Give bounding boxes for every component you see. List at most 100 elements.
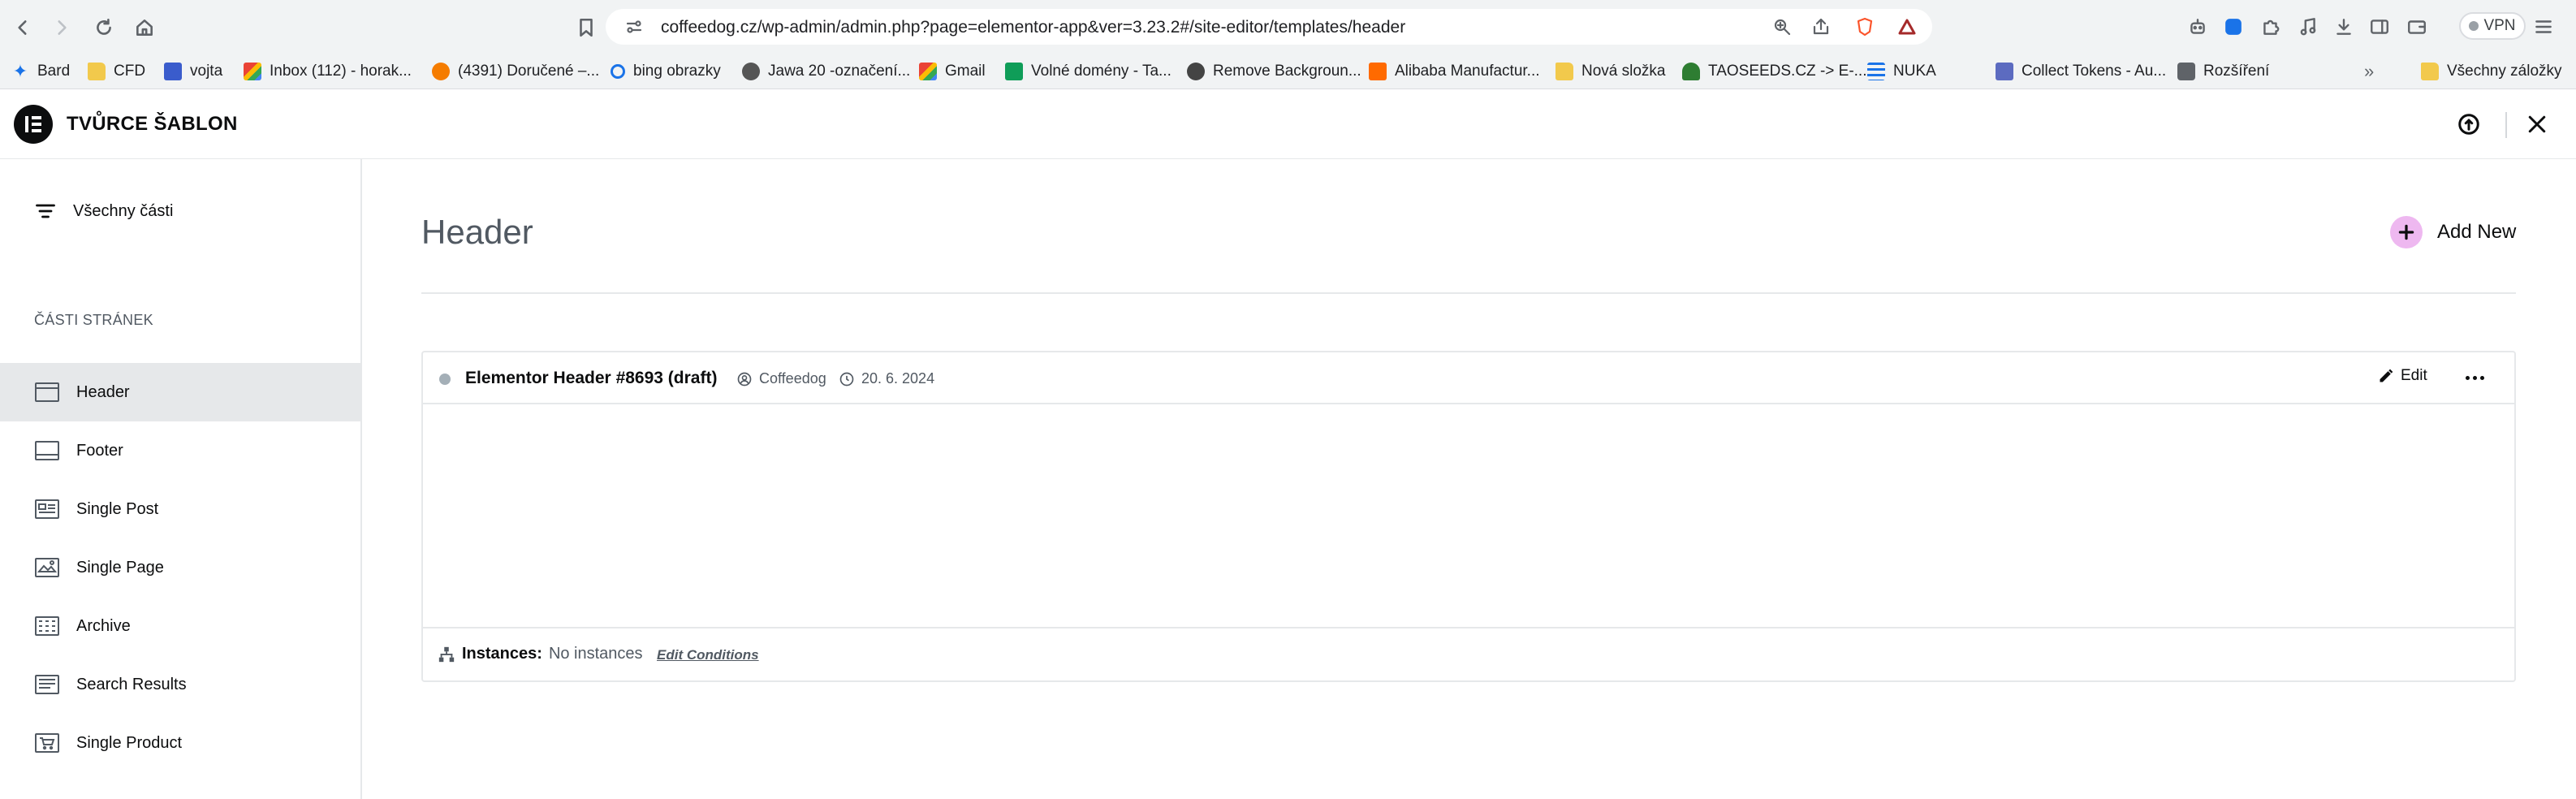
add-new-button[interactable]: Add New [2390,216,2516,248]
close-icon [2528,115,2546,133]
draft-status-icon [439,374,451,385]
template-card-header: Elementor Header #8693 (draft) Coffeedog… [423,352,2514,404]
template-date: 20. 6. 2024 [839,370,934,387]
more-options-icon[interactable] [2461,365,2488,390]
archive-icon [35,616,59,636]
bookmark-item[interactable]: (4391) Doručené –... [432,60,599,83]
media-icon[interactable] [2296,15,2320,39]
sparkle-icon: ✦ [12,61,28,81]
forward-button[interactable] [45,11,78,44]
help-icon [2458,114,2479,135]
download-icon[interactable] [2332,15,2356,39]
share-icon[interactable] [1810,16,1832,37]
bookmark-item[interactable]: Collect Tokens - Au... [1996,60,2166,83]
more-bookmarks-chevron-icon[interactable]: » [2364,60,2374,83]
menu-icon[interactable] [2531,15,2556,39]
section-label: ČÁSTI STRÁNEK [34,312,153,328]
bookmark-item[interactable]: Remove Backgroun... [1187,60,1361,83]
bookmark-folder[interactable]: CFD [88,60,145,83]
template-title[interactable]: Elementor Header #8693 (draft) [465,369,717,388]
edit-button[interactable]: Edit [2378,367,2427,385]
footer-template-icon [35,441,59,460]
sidebar-toggle-icon[interactable] [2367,15,2392,39]
sidebar-item-footer[interactable]: Footer [0,421,360,480]
bookmark-item[interactable]: Volné domény - Ta... [1005,60,1171,83]
single-product-icon [35,733,59,753]
home-button[interactable] [128,11,161,44]
pencil-icon [2380,369,2393,382]
info-button[interactable] [2456,111,2482,137]
folder-icon [88,63,106,80]
sidebar-item-search-results[interactable]: Search Results [0,655,360,714]
template-author: Coffeedog [736,370,826,387]
folder-icon [1556,63,1573,80]
extension-robot-icon[interactable] [2186,15,2210,39]
main-content: Header Add New Elementor Header #8693 (d… [362,159,2576,799]
app-header: TVŮRCE ŠABLON [0,89,2576,159]
bookmarks-bar: ✦ Bard CFD vojta Inbox (112) - horak... (… [0,54,2576,89]
home-icon [136,19,153,36]
app-title: TVŮRCE ŠABLON [67,113,238,135]
instances-label: Instances: [462,645,542,663]
filter-icon [36,204,55,218]
all-bookmarks-folder[interactable]: Všechny záložky [2421,60,2562,83]
mail-icon [432,63,450,80]
template-card: Elementor Header #8693 (draft) Coffeedog… [421,351,2516,682]
vpn-status-icon [2469,21,2479,31]
back-button[interactable] [6,11,39,44]
folder-icon [2421,63,2439,80]
single-page-icon [35,558,59,577]
user-icon [737,372,752,386]
bookmark-item[interactable]: Jawa 20 -označení... [742,60,910,83]
palm-icon [1682,63,1700,80]
instances-info: Instances: No instances [438,645,643,663]
sidebar-item-single-page[interactable]: Single Page [0,538,360,597]
bookmark-item[interactable]: bing obrazky [611,60,721,83]
bookmark-item[interactable]: Inbox (112) - horak... [244,60,412,83]
bookmark-item[interactable]: NUKA [1867,60,1936,83]
lines-icon [1867,63,1885,80]
extensions-icon[interactable] [2259,15,2283,39]
puzzle-icon [2177,63,2195,80]
header-template-icon [35,382,59,402]
alibaba-icon [1369,63,1387,80]
sidebar-item-archive[interactable]: Archive [0,597,360,655]
bookmark-item[interactable]: Rozšíření [2177,60,2269,83]
sitemap-icon [438,646,455,662]
edit-conditions-link[interactable]: Edit Conditions [657,647,759,663]
all-parts-link[interactable]: Všechny části [34,200,173,222]
wallet-icon[interactable] [2405,15,2429,39]
bookmark-item[interactable]: Gmail [919,60,986,83]
close-button[interactable] [2524,111,2550,137]
template-card-footer: Instances: No instances Edit Conditions [423,627,2514,680]
reload-button[interactable] [88,11,120,44]
bookmark-item[interactable]: TAOSEEDS.CZ -> E-... [1682,60,1866,83]
zoom-icon[interactable] [1771,16,1793,37]
bookmark-item[interactable]: ✦ Bard [11,60,70,83]
divider [421,292,2516,294]
site-icon [742,63,760,80]
brave-shields-icon[interactable] [1854,16,1875,37]
sidebar-item-header[interactable]: Header [0,363,360,421]
bookmark-item[interactable]: vojta [164,60,222,83]
address-bar[interactable]: coffeedog.cz/wp-admin/admin.php?page=ele… [606,9,1932,45]
brave-rewards-icon[interactable] [1896,16,1918,37]
bookmark-item[interactable]: Alibaba Manufactur... [1369,60,1540,83]
elementor-logo-icon [14,105,53,144]
single-post-icon [35,499,59,519]
bookmark-folder[interactable]: Nová složka [1556,60,1666,83]
sidebar: Všechny části ČÁSTI STRÁNEK Header Foote… [0,159,362,799]
sidebar-item-single-product[interactable]: Single Product [0,714,360,772]
instances-value: No instances [548,645,643,663]
arrow-right-icon [58,20,67,35]
reload-icon [97,18,111,35]
template-preview[interactable] [423,404,2514,628]
vpn-button[interactable]: VPN [2459,12,2526,40]
url-text[interactable]: coffeedog.cz/wp-admin/admin.php?page=ele… [661,18,1405,37]
bookmark-page-button[interactable] [570,11,602,44]
site-settings-icon[interactable] [624,16,645,37]
sidebar-item-single-post[interactable]: Single Post [0,480,360,538]
extension-fa-icon[interactable] [2221,15,2246,39]
bookmark-icon [580,18,593,37]
search-results-icon [35,675,59,694]
